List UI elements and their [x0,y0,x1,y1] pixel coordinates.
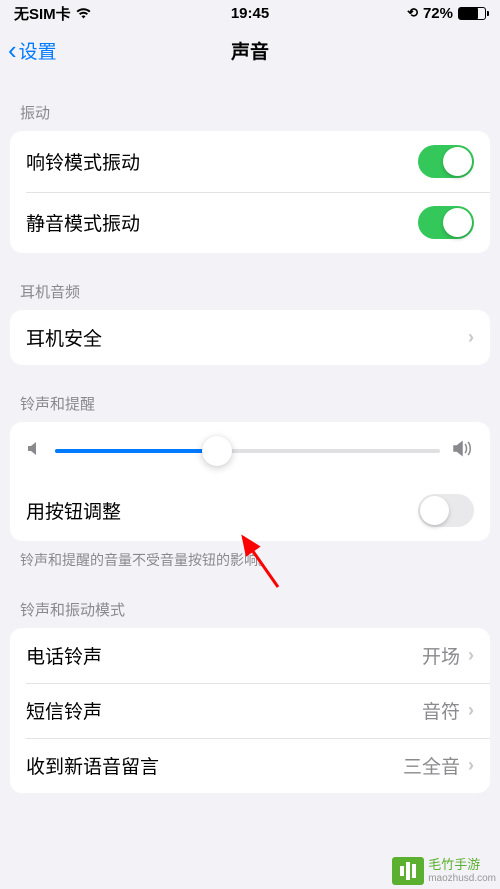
chevron-right-icon: › [468,755,474,776]
row-label: 耳机安全 [26,324,102,351]
nav-bar: ‹ 设置 声音 [0,26,500,74]
section-header-ringer: 铃声和提醒 [0,365,500,422]
row-label: 电话铃声 [26,642,102,669]
status-time: 19:45 [231,5,269,22]
row-label: 短信铃声 [26,697,102,724]
row-right: 三全音 › [403,752,474,779]
row-voicemail[interactable]: 收到新语音留言 三全音 › [10,738,490,793]
slider-fill [55,449,217,453]
watermark: 毛竹手游 maozhusd.com [392,857,496,885]
watermark-url: maozhusd.com [428,873,496,884]
group-patterns: 电话铃声 开场 › 短信铃声 音符 › 收到新语音留言 三全音 › [10,628,490,793]
row-label: 收到新语音留言 [26,752,159,779]
row-right: 音符 › [422,697,474,724]
group-headphone: 耳机安全 › [10,310,490,365]
carrier-text: 无SIM卡 [14,3,71,24]
row-label: 静音模式振动 [26,209,140,236]
section-header-patterns: 铃声和振动模式 [0,571,500,628]
status-left: 无SIM卡 [14,3,92,24]
row-label: 响铃模式振动 [26,148,140,175]
chevron-left-icon: ‹ [8,37,17,63]
status-bar: 无SIM卡 19:45 ⟲ 72% [0,0,500,26]
toggle-button-adjust[interactable] [418,494,474,527]
toggle-ring-vibrate[interactable] [418,145,474,178]
speaker-high-icon [452,440,474,462]
row-volume-slider [10,422,490,480]
row-label: 用按钮调整 [26,497,121,524]
row-value: 三全音 [403,752,460,779]
toggle-knob [443,147,472,176]
row-button-adjust[interactable]: 用按钮调整 [10,480,490,541]
content: 振动 响铃模式振动 静音模式振动 耳机音频 耳机安全 › 铃声和提醒 [0,74,500,793]
watermark-name: 毛竹手游 [428,858,496,872]
orientation-lock-icon: ⟲ [407,5,418,21]
watermark-logo-icon [392,857,424,885]
section-header-headphone: 耳机音频 [0,253,500,310]
toggle-silent-vibrate[interactable] [418,206,474,239]
speaker-low-icon [26,440,43,462]
battery-icon [458,7,486,20]
volume-slider[interactable] [55,449,440,453]
toggle-knob [443,208,472,237]
row-value: 音符 [422,697,460,724]
row-texttone[interactable]: 短信铃声 音符 › [10,683,490,738]
chevron-right-icon: › [468,645,474,666]
section-header-vibration: 振动 [0,74,500,131]
row-headphone-safety[interactable]: 耳机安全 › [10,310,490,365]
group-ringer: 用按钮调整 [10,422,490,541]
wifi-icon [75,7,92,19]
page-title: 声音 [231,37,269,64]
row-silent-vibrate[interactable]: 静音模式振动 [10,192,490,253]
chevron-right-icon: › [468,700,474,721]
battery-fill [459,8,478,19]
row-right: › [468,327,474,348]
footer-ringer: 铃声和提醒的音量不受音量按钮的影响。 [0,541,500,571]
group-vibration: 响铃模式振动 静音模式振动 [10,131,490,253]
slider-thumb[interactable] [202,436,232,466]
watermark-text-block: 毛竹手游 maozhusd.com [428,858,496,883]
row-value: 开场 [422,642,460,669]
row-right: 开场 › [422,642,474,669]
status-right: ⟲ 72% [407,5,486,22]
row-ring-vibrate[interactable]: 响铃模式振动 [10,131,490,192]
toggle-knob [420,496,449,525]
back-label: 设置 [19,37,57,64]
back-button[interactable]: ‹ 设置 [8,37,57,64]
battery-percent: 72% [423,5,453,22]
chevron-right-icon: › [468,327,474,348]
row-ringtone[interactable]: 电话铃声 开场 › [10,628,490,683]
